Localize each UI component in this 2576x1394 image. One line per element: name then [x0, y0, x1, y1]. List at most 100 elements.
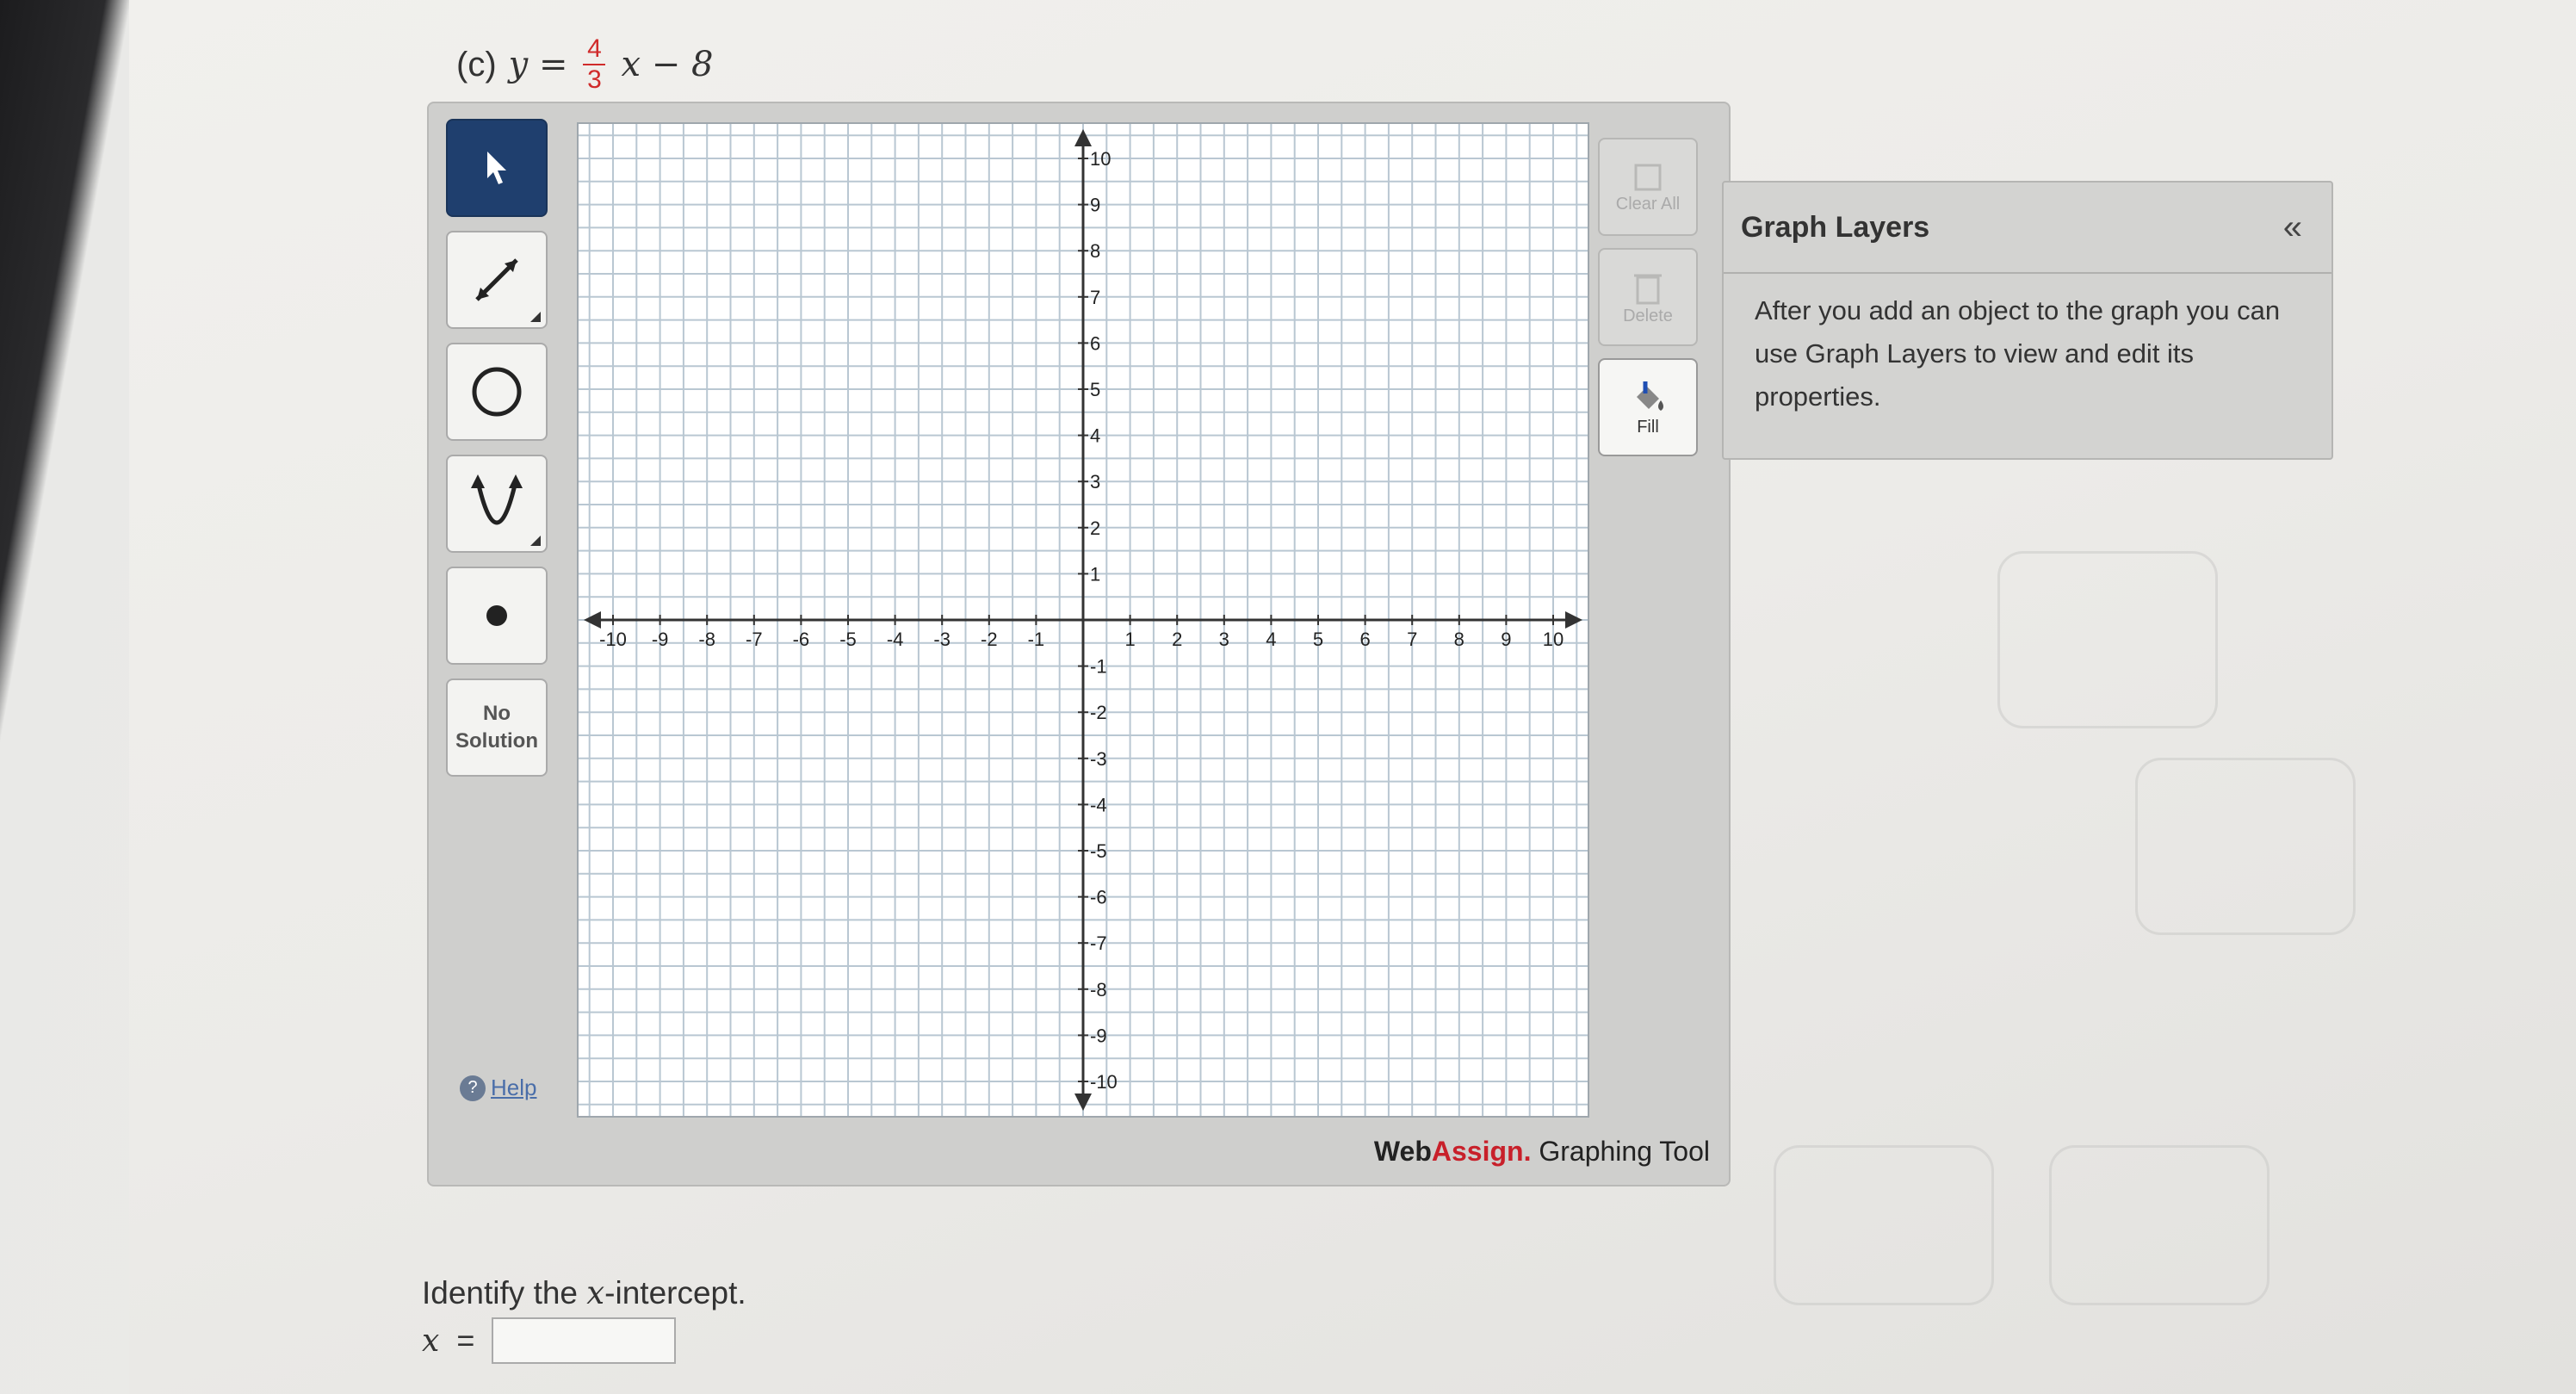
- y-tick-label: -5: [1090, 840, 1107, 862]
- y-tick-label: -2: [1090, 702, 1107, 723]
- equation-lhs: y =: [508, 45, 568, 84]
- equation-rest: x − 8: [621, 45, 714, 84]
- slope-denominator: 3: [587, 65, 602, 94]
- clear-all-icon: [1634, 164, 1662, 190]
- prompt-after: -intercept.: [604, 1275, 746, 1310]
- prompt-before: Identify the: [422, 1275, 587, 1310]
- x-tick-label: -3: [933, 629, 951, 650]
- submenu-indicator: [530, 536, 541, 546]
- y-tick-label: -10: [1090, 1071, 1118, 1093]
- y-axis-arrow-down: [1074, 1094, 1092, 1111]
- y-tick-label: 3: [1090, 471, 1100, 493]
- x-intercept-input[interactable]: [492, 1317, 677, 1364]
- y-tick-label: 7: [1090, 287, 1100, 308]
- circle-tool-button[interactable]: [446, 343, 548, 441]
- x-tick-label: -2: [981, 629, 998, 650]
- help-link[interactable]: ? Help: [460, 1075, 536, 1101]
- answer-row: x =: [422, 1317, 677, 1364]
- slope-fraction: 4 3: [583, 34, 606, 94]
- submenu-indicator: [530, 312, 541, 322]
- x-tick-label: 10: [1543, 629, 1564, 650]
- background-ghost-shape: [2135, 758, 2356, 935]
- fill-button[interactable]: Fill: [1598, 358, 1698, 456]
- x-tick-label: -9: [652, 629, 669, 650]
- y-tick-label: -9: [1090, 1025, 1107, 1046]
- x-tick-label: 9: [1501, 629, 1511, 650]
- circle-icon: [472, 367, 522, 417]
- x-tick-label: 7: [1407, 629, 1417, 650]
- graph-layers-description: After you add an object to the graph you…: [1755, 295, 2281, 412]
- answer-equals: =: [456, 1323, 475, 1358]
- y-tick-label: -3: [1090, 748, 1107, 770]
- x-tick-label: -5: [839, 629, 857, 650]
- coordinate-grid[interactable]: -10 -9 -8 -7 -6 -5 -4 -3 -2 -1 1 2 3 4 5 6 7 8 9 10 10 9 8 7 6 5 4…: [579, 124, 1588, 1116]
- y-tick-label: -6: [1090, 887, 1107, 908]
- x-tick-label: 1: [1124, 629, 1135, 650]
- y-tick-label: 1: [1090, 563, 1100, 585]
- delete-label: Delete: [1623, 306, 1673, 325]
- prompt-variable: x: [586, 1274, 605, 1311]
- y-tick-label: 2: [1090, 517, 1100, 539]
- x-tick-label: 3: [1219, 629, 1229, 650]
- x-tick-label: 8: [1454, 629, 1464, 650]
- no-solution-button[interactable]: No Solution: [446, 678, 548, 777]
- x-axis-arrow-right: [1565, 611, 1582, 629]
- y-tick-label: 8: [1090, 240, 1100, 262]
- x-axis-arrow-left: [584, 611, 601, 629]
- y-tick-label: 10: [1090, 148, 1111, 170]
- x-tick-label: 2: [1172, 629, 1182, 650]
- clear-all-button[interactable]: Clear All: [1598, 138, 1698, 236]
- x-tick-label: -10: [599, 629, 627, 650]
- slope-numerator: 4: [587, 34, 602, 63]
- y-tick-label: 6: [1090, 332, 1100, 354]
- parabola-icon: [471, 474, 523, 525]
- y-tick-label: -1: [1090, 656, 1107, 678]
- x-tick-label: -1: [1028, 629, 1045, 650]
- trash-icon: [1634, 274, 1662, 304]
- x-tick-label: 5: [1313, 629, 1323, 650]
- background-ghost-shape: [2049, 1145, 2269, 1305]
- line-segment-icon: [475, 258, 518, 301]
- y-tick-label: -8: [1090, 979, 1107, 1001]
- brand-graphing-tool: Graphing Tool: [1531, 1136, 1710, 1167]
- y-tick-label: 4: [1090, 425, 1100, 447]
- background-ghost-shape: [1997, 551, 2218, 728]
- paint-bucket-icon: [1637, 381, 1663, 411]
- fill-label: Fill: [1637, 417, 1659, 437]
- y-tick-label: -7: [1090, 932, 1107, 954]
- x-tick-label: 6: [1359, 629, 1370, 650]
- part-label: (c): [456, 45, 497, 84]
- help-label: Help: [491, 1075, 537, 1100]
- no-solution-label-line1: No: [482, 702, 511, 725]
- graphing-tool: No Solution ? Help -10 -9 -8 -7 -6 -5 -4 -3 -2 -1…: [427, 102, 1731, 1186]
- graph-layers-header: Graph Layers «: [1724, 183, 2331, 274]
- collapse-icon[interactable]: «: [2283, 208, 2302, 247]
- y-tick-label: 9: [1090, 195, 1100, 216]
- y-tick-label: -4: [1090, 794, 1107, 815]
- x-tick-label: -6: [793, 629, 810, 650]
- point-icon: [486, 605, 507, 626]
- brand-web: Web: [1373, 1136, 1432, 1167]
- no-solution-label-line2: Solution: [455, 729, 538, 753]
- pointer-tool-button[interactable]: [446, 119, 548, 217]
- x-tick-label: -7: [746, 629, 763, 650]
- parabola-tool-button[interactable]: [446, 455, 548, 553]
- graph-layers-title: Graph Layers: [1741, 210, 1930, 244]
- line-tool-button[interactable]: [446, 231, 548, 329]
- answer-variable: x: [422, 1323, 440, 1359]
- x-intercept-prompt: Identify the x-intercept.: [422, 1274, 746, 1311]
- clear-all-label: Clear All: [1615, 194, 1681, 214]
- problem-statement: (c) y = 4 3 x − 8: [456, 36, 713, 93]
- delete-button[interactable]: Delete: [1598, 248, 1698, 346]
- y-axis-arrow-up: [1074, 129, 1092, 146]
- x-tick-label: -4: [887, 629, 904, 650]
- x-tick-label: 4: [1266, 629, 1276, 650]
- webassign-branding: WebAssign. Graphing Tool: [1374, 1136, 1710, 1168]
- graph-layers-panel: Graph Layers « After you add an object t…: [1722, 181, 2333, 460]
- help-icon: ?: [460, 1075, 486, 1101]
- y-tick-label: 5: [1090, 379, 1100, 400]
- point-tool-button[interactable]: [446, 567, 548, 665]
- background-ghost-shape: [1774, 1145, 1994, 1305]
- graph-canvas[interactable]: -10 -9 -8 -7 -6 -5 -4 -3 -2 -1 1 2 3 4 5 6 7 8 9 10 10 9 8 7 6 5 4…: [577, 122, 1589, 1118]
- brand-assign: Assign.: [1431, 1136, 1532, 1167]
